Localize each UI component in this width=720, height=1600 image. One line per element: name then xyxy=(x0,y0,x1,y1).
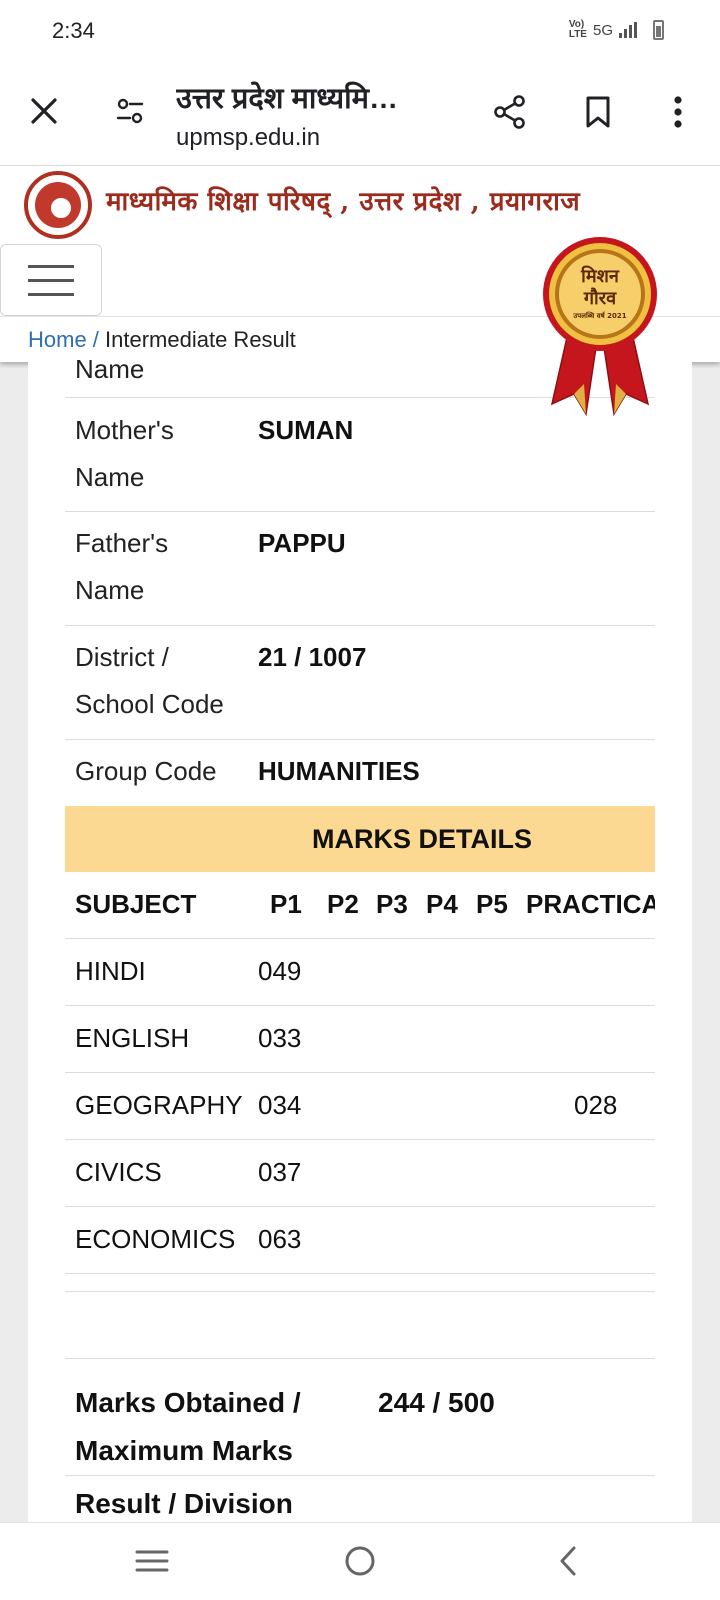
subject-name: HINDI xyxy=(75,956,146,986)
p1-marks: 033 xyxy=(258,1023,302,1053)
district-label-line1: District / xyxy=(75,642,169,672)
col-p5: P5 xyxy=(476,889,508,919)
breadcrumb-separator: / xyxy=(86,327,106,352)
close-icon[interactable] xyxy=(24,91,64,131)
father-name-value: PAPPU xyxy=(258,528,346,558)
subject-name: CIVICS xyxy=(75,1157,162,1187)
marks-details-heading: MARKS DETAILS xyxy=(65,806,655,872)
table-row-empty xyxy=(65,1274,655,1292)
menu-button[interactable] xyxy=(0,244,102,316)
mission-gaurav-badge: मिशन गौरव उपलब्धि वर्ष 2021 xyxy=(540,234,660,417)
group-code-value: HUMANITIES xyxy=(258,756,420,786)
network-type: 5G xyxy=(592,21,613,39)
page-title[interactable]: उत्तर प्रदेश माध्यमि… xyxy=(176,78,456,117)
student-details: Name Mother's Name SUMAN Father's Name P… xyxy=(65,360,655,806)
share-icon[interactable] xyxy=(490,92,530,132)
table-row: HINDI 049 xyxy=(65,939,655,1006)
marks-heading-text: MARKS DETAILS xyxy=(312,823,532,854)
marks-total-row: Marks Obtained / Maximum Marks 244 / 500 xyxy=(65,1358,655,1476)
page-url[interactable]: upmsp.edu.in xyxy=(176,124,320,152)
hamburger-icon xyxy=(28,264,74,268)
col-p2: P2 xyxy=(327,889,359,919)
p1-marks: 049 xyxy=(258,956,302,986)
p1-marks: 034 xyxy=(258,1090,302,1120)
group-code-row: Group Code HUMANITIES xyxy=(65,740,655,806)
status-bar: 2:34 Vo) LTE 5G xyxy=(0,0,720,64)
table-row: CIVICS 037 xyxy=(65,1140,655,1207)
table-row: ECONOMICS 063 xyxy=(65,1207,655,1274)
mother-name-label-line1: Mother's xyxy=(75,415,174,445)
total-label-line2: Maximum Marks xyxy=(75,1435,293,1466)
mother-name-label-line2: Name xyxy=(75,462,145,492)
p1-marks: 037 xyxy=(258,1157,302,1187)
col-subject: SUBJECT xyxy=(75,889,197,919)
father-name-row: Father's Name PAPPU xyxy=(65,512,655,626)
signal-icon xyxy=(619,22,637,38)
col-p4: P4 xyxy=(426,889,458,919)
father-name-label-line2: Name xyxy=(75,575,145,605)
tune-icon[interactable] xyxy=(110,91,150,131)
subject-name: GEOGRAPHY xyxy=(75,1090,243,1120)
more-vert-icon[interactable] xyxy=(660,92,696,132)
network-indicators: Vo) LTE 5G xyxy=(569,20,664,40)
marks-table-header: SUBJECT P1 P2 P3 P4 P5 PRACTICAL xyxy=(65,872,655,939)
system-nav-bar xyxy=(0,1522,720,1600)
badge-text-3: उपलब्धि वर्ष 2021 xyxy=(573,312,627,320)
breadcrumb: Home / Intermediate Result xyxy=(28,327,296,353)
practical-marks: 028 xyxy=(574,1090,618,1120)
table-row: GEOGRAPHY 034 028 xyxy=(65,1073,655,1140)
col-p1: P1 xyxy=(270,889,302,919)
recent-apps-icon[interactable] xyxy=(130,1541,174,1581)
result-card: Name Mother's Name SUMAN Father's Name P… xyxy=(28,360,692,1522)
district-label-line2: School Code xyxy=(75,689,224,719)
subject-name: ECONOMICS xyxy=(75,1224,236,1254)
total-value: 244 / 500 xyxy=(378,1387,495,1418)
status-time: 2:34 xyxy=(52,18,95,43)
col-practical: PRACTICAL xyxy=(526,889,655,919)
district-school-row: District / School Code 21 / 1007 xyxy=(65,626,655,740)
board-logo-icon xyxy=(24,171,92,239)
result-division-partial: Result / Division xyxy=(75,1488,293,1519)
breadcrumb-current: Intermediate Result xyxy=(105,327,296,352)
home-icon[interactable] xyxy=(338,1541,382,1581)
p1-marks: 063 xyxy=(258,1224,302,1254)
battery-icon xyxy=(653,20,664,40)
browser-toolbar: उत्तर प्रदेश माध्यमि… upmsp.edu.in xyxy=(0,64,720,166)
father-name-label-line1: Father's xyxy=(75,528,169,558)
col-p3: P3 xyxy=(376,889,408,919)
volte-icon: Vo) LTE xyxy=(568,19,587,40)
back-icon[interactable] xyxy=(546,1541,590,1581)
partial-name-label: Name xyxy=(75,360,145,384)
group-code-label: Group Code xyxy=(75,756,217,786)
bookmark-icon[interactable] xyxy=(578,92,618,132)
subject-name: ENGLISH xyxy=(75,1023,190,1053)
mother-name-value: SUMAN xyxy=(258,415,354,445)
district-school-value: 21 / 1007 xyxy=(258,642,367,672)
total-label-line1: Marks Obtained / xyxy=(75,1387,301,1418)
badge-text-1: मिशन xyxy=(581,266,619,287)
badge-text-2: गौरव xyxy=(583,288,617,309)
breadcrumb-home-link[interactable]: Home xyxy=(28,327,87,352)
table-row: ENGLISH 033 xyxy=(65,1006,655,1073)
organization-name: माध्यमिक शिक्षा परिषद् , उत्तर प्रदेश , … xyxy=(106,187,581,217)
